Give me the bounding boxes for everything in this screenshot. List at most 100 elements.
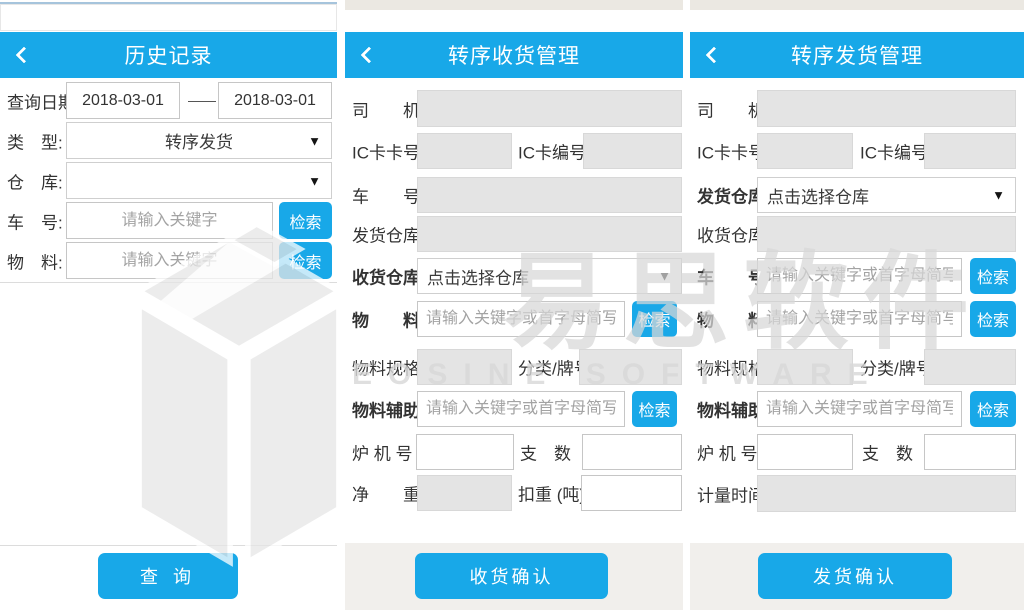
back-icon[interactable] (361, 47, 378, 64)
recv-warehouse-label: 收货仓库 (352, 264, 420, 289)
material-search-button[interactable]: 检索 (632, 301, 677, 337)
ic-no-field-readonly (924, 133, 1016, 169)
material-aux-input[interactable] (757, 391, 962, 427)
furnace-no-label: 炉 机 号 (352, 440, 412, 465)
material-aux-search-button[interactable]: 检索 (970, 391, 1016, 427)
ic-card-row: IC卡卡号 IC卡编号 (345, 133, 683, 169)
ic-no-label: IC卡编号 (518, 139, 586, 164)
ship-confirm-button[interactable]: 发货确认 (758, 553, 952, 599)
material-spec-field-readonly (757, 349, 853, 385)
material-input[interactable] (757, 301, 962, 337)
ship-warehouse-label: 发货仓库 (697, 183, 765, 208)
warehouse-row: 仓 库: ▼ (0, 162, 337, 199)
truck-search-button[interactable]: 检索 (970, 258, 1016, 294)
middle-top-strip (345, 0, 683, 10)
chevron-down-icon: ▼ (992, 189, 1005, 202)
material-aux-row: 物料辅助 检索 (345, 391, 683, 427)
piece-count-input[interactable] (924, 434, 1016, 470)
ic-card-field-readonly (417, 133, 512, 169)
driver-label: 司 机 (697, 96, 765, 121)
material-aux-input[interactable] (417, 391, 625, 427)
ship-warehouse-row: 发货仓库 点击选择仓库 ▼ (690, 177, 1024, 213)
material-input[interactable] (417, 301, 625, 337)
type-row: 类 型: 转序发货 ▼ (0, 122, 337, 159)
recv-warehouse-select[interactable]: 点击选择仓库 ▼ (417, 258, 682, 294)
ship-warehouse-row: 发货仓库 (345, 216, 683, 252)
material-row: 物 料 检索 (690, 301, 1024, 337)
ic-card-label: IC卡卡号 (697, 139, 765, 164)
furnace-no-input[interactable] (416, 434, 514, 470)
ic-card-label: IC卡卡号 (352, 139, 420, 164)
material-aux-row: 物料辅助 检索 (690, 391, 1024, 427)
type-select[interactable]: 转序发货 ▼ (66, 122, 332, 159)
ic-card-row: IC卡卡号 IC卡编号 (690, 133, 1024, 169)
net-weight-field-readonly (417, 475, 512, 511)
material-row: 物 料 检索 (345, 301, 683, 337)
page-title: 转序发货管理 (791, 40, 923, 70)
piece-count-input[interactable] (582, 434, 682, 470)
receive-header: 转序收货管理 (345, 32, 683, 78)
warehouse-label: 仓 库: (7, 168, 63, 193)
ship-warehouse-field-readonly (417, 216, 682, 252)
warehouse-select[interactable]: ▼ (66, 162, 332, 199)
truck-no-input[interactable] (757, 258, 962, 294)
chevron-down-icon: ▼ (658, 270, 671, 283)
recv-warehouse-label: 收货仓库 (697, 222, 765, 247)
date-from-field[interactable]: 2018-03-01 (66, 82, 180, 119)
query-button[interactable]: 查 询 (98, 553, 238, 599)
material-input[interactable] (66, 242, 273, 279)
piece-count-label: 支 数 (862, 440, 913, 465)
material-aux-search-button[interactable]: 检索 (632, 391, 677, 427)
page-title: 转序收货管理 (448, 40, 580, 70)
truck-no-label: 车 号 (697, 264, 765, 289)
recv-warehouse-row: 收货仓库 (690, 216, 1024, 252)
ship-header: 转序发货管理 (690, 32, 1024, 78)
transfer-ship-panel: 转序发货管理 司 机 IC卡卡号 IC卡编号 发货仓库 点击选择仓库 ▼ 收货仓… (690, 0, 1024, 610)
material-label: 物 料: (7, 248, 63, 273)
furnace-no-input[interactable] (757, 434, 853, 470)
weigh-time-row: 计量时间 (690, 475, 1024, 512)
ic-no-field-readonly (583, 133, 682, 169)
material-label: 物 料 (697, 307, 765, 332)
driver-field-readonly (417, 90, 682, 127)
material-search-button[interactable]: 检索 (279, 242, 332, 279)
back-icon[interactable] (706, 47, 723, 64)
material-spec-field-readonly (417, 349, 512, 385)
driver-row: 司 机 (690, 90, 1024, 127)
furnace-row: 炉 机 号 支 数 (690, 434, 1024, 470)
app-stage: 历史记录 查询日期: 2018-03-01 —— 2018-03-01 类 型:… (0, 0, 1024, 610)
truck-no-field-readonly (417, 177, 682, 213)
footer-divider (0, 545, 337, 546)
ship-warehouse-placeholder: 点击选择仓库 (767, 183, 869, 208)
chevron-down-icon: ▼ (308, 134, 321, 147)
receive-confirm-button[interactable]: 收货确认 (415, 553, 608, 599)
form-divider (0, 282, 337, 283)
material-spec-label: 物料规格 (352, 355, 420, 380)
transfer-receive-panel: 转序收货管理 司 机 IC卡卡号 IC卡编号 车 号 发货仓库 收货仓库 点击选… (345, 0, 683, 610)
net-weight-label: 净 重 (352, 481, 420, 506)
truck-no-label: 车 号 (352, 183, 420, 208)
truck-search-button[interactable]: 检索 (279, 202, 332, 239)
material-search-button[interactable]: 检索 (970, 301, 1016, 337)
material-aux-label: 物料辅助 (697, 397, 765, 422)
deduct-weight-input[interactable] (581, 475, 682, 511)
type-value: 转序发货 (165, 128, 233, 153)
chevron-down-icon: ▼ (308, 174, 321, 187)
truck-no-row: 车 号: 检索 (0, 202, 337, 239)
recv-warehouse-field-readonly (757, 216, 1016, 252)
material-spec-row: 物料规格 分类/牌号 (690, 349, 1024, 385)
class-brand-field-readonly (579, 349, 682, 385)
right-top-strip (690, 0, 1024, 10)
back-icon[interactable] (16, 47, 33, 64)
truck-no-row: 车 号 (345, 177, 683, 213)
type-label: 类 型: (7, 128, 63, 153)
date-to-field[interactable]: 2018-03-01 (218, 82, 332, 119)
material-label: 物 料 (352, 307, 420, 332)
weigh-time-field-readonly (757, 475, 1016, 512)
truck-no-input[interactable] (66, 202, 273, 239)
material-aux-label: 物料辅助 (352, 397, 420, 422)
material-spec-label: 物料规格 (697, 355, 765, 380)
piece-count-label: 支 数 (520, 440, 571, 465)
date-to-value: 2018-03-01 (234, 92, 316, 110)
ship-warehouse-select[interactable]: 点击选择仓库 ▼ (757, 177, 1016, 213)
